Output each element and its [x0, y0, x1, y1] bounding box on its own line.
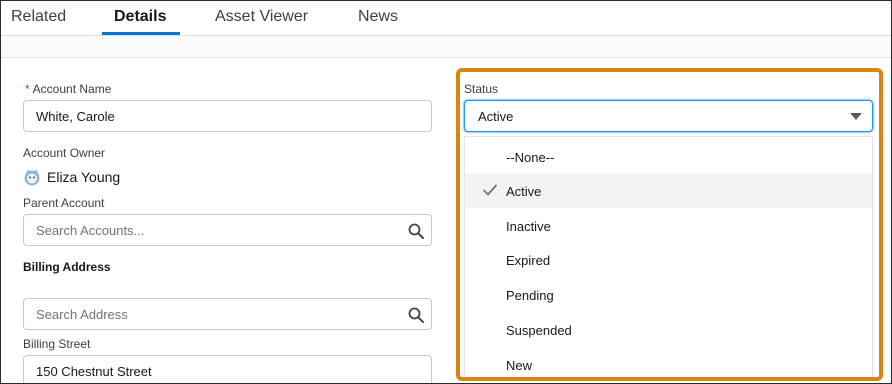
billing-street-label: Billing Street: [23, 337, 91, 351]
account-name-input[interactable]: White, Carole: [23, 100, 432, 132]
account-name-value: White, Carole: [36, 109, 115, 124]
parent-account-placeholder: Search Accounts...: [36, 223, 145, 238]
header-band: [1, 36, 891, 58]
parent-account-label: Parent Account: [23, 196, 105, 210]
billing-address-heading: Billing Address: [23, 260, 111, 274]
parent-account-search-input[interactable]: Search Accounts...: [23, 214, 432, 246]
account-owner-label: Account Owner: [23, 146, 106, 160]
billing-address-placeholder: Search Address: [36, 307, 128, 322]
status-highlight-frame: [456, 68, 883, 381]
active-tab-indicator: [102, 32, 180, 35]
billing-street-value: 150 Chestnut Street: [36, 364, 152, 379]
account-name-label: * Account Name: [25, 82, 111, 96]
record-details-panel: Related Details Asset Viewer News * Accou…: [0, 0, 892, 384]
account-owner-name[interactable]: Eliza Young: [47, 169, 120, 185]
user-avatar-icon: [24, 169, 40, 186]
billing-street-input[interactable]: 150 Chestnut Street: [23, 355, 432, 383]
required-marker: *: [25, 82, 30, 96]
tab-bar: Related Details Asset Viewer News: [1, 1, 891, 36]
billing-address-search-input[interactable]: Search Address: [23, 298, 432, 330]
search-icon[interactable]: [407, 222, 425, 240]
tab-asset-viewer[interactable]: Asset Viewer: [215, 8, 308, 36]
account-name-label-text: Account Name: [32, 82, 112, 96]
tab-news[interactable]: News: [358, 8, 398, 36]
search-icon[interactable]: [407, 306, 425, 324]
tab-related[interactable]: Related: [11, 8, 66, 36]
